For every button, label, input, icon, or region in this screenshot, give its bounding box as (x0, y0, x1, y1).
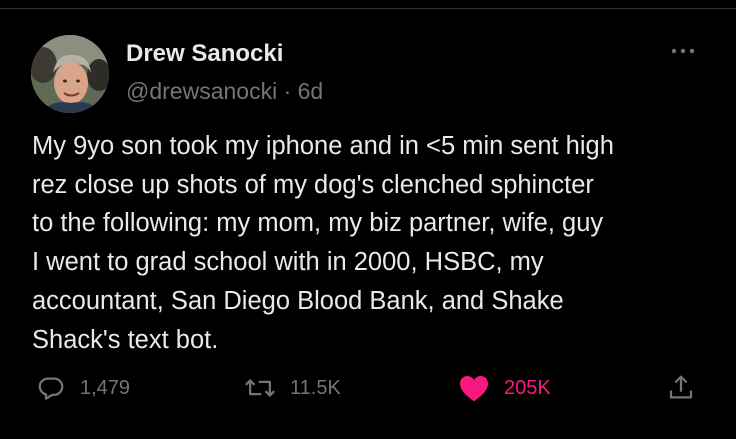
retweet-button[interactable]: 11.5K (244, 368, 341, 408)
share-button[interactable] (666, 368, 696, 408)
retweet-count: 11.5K (290, 376, 341, 399)
handle[interactable]: @drewsanocki (126, 78, 277, 104)
tweet-text-line: I went to grad school with in 2000, HSBC… (32, 248, 544, 277)
share-icon (669, 375, 693, 399)
tweet-card[interactable]: Drew Sanocki @drewsanocki · 6d My 9yo so… (0, 10, 736, 439)
handle-row: @drewsanocki · 6d (126, 78, 323, 105)
heart-filled-icon (460, 376, 488, 402)
tweet-text-line: rez close up shots of my dog's clenched … (32, 170, 594, 199)
reply-bubble-icon (38, 377, 64, 400)
tweet-text-line: Shack's text bot. (32, 325, 219, 354)
like-button[interactable]: 205K (458, 368, 551, 408)
more-options-icon[interactable] (667, 44, 699, 58)
tweet-age[interactable]: 6d (298, 78, 324, 104)
like-count: 205K (504, 376, 551, 399)
tweet-text-line: to the following: my mom, my biz partner… (32, 209, 604, 238)
tweet-text-line: accountant, San Diego Blood Bank, and Sh… (32, 286, 564, 315)
meta-separator: · (283, 78, 292, 104)
avatar-photo (31, 35, 109, 113)
retweet-icon (245, 379, 275, 397)
top-divider (0, 0, 736, 9)
reply-button[interactable]: 1,479 (36, 368, 130, 408)
reply-count: 1,479 (80, 376, 131, 399)
tweet-text: My 9yo son took my iphone and in <5 min … (32, 127, 722, 359)
tweet-text-line: My 9yo son took my iphone and in <5 min … (32, 132, 614, 160)
display-name[interactable]: Drew Sanocki (126, 40, 283, 68)
avatar[interactable] (31, 35, 109, 113)
action-bar: 1,479 11.5K 205K (0, 368, 736, 408)
